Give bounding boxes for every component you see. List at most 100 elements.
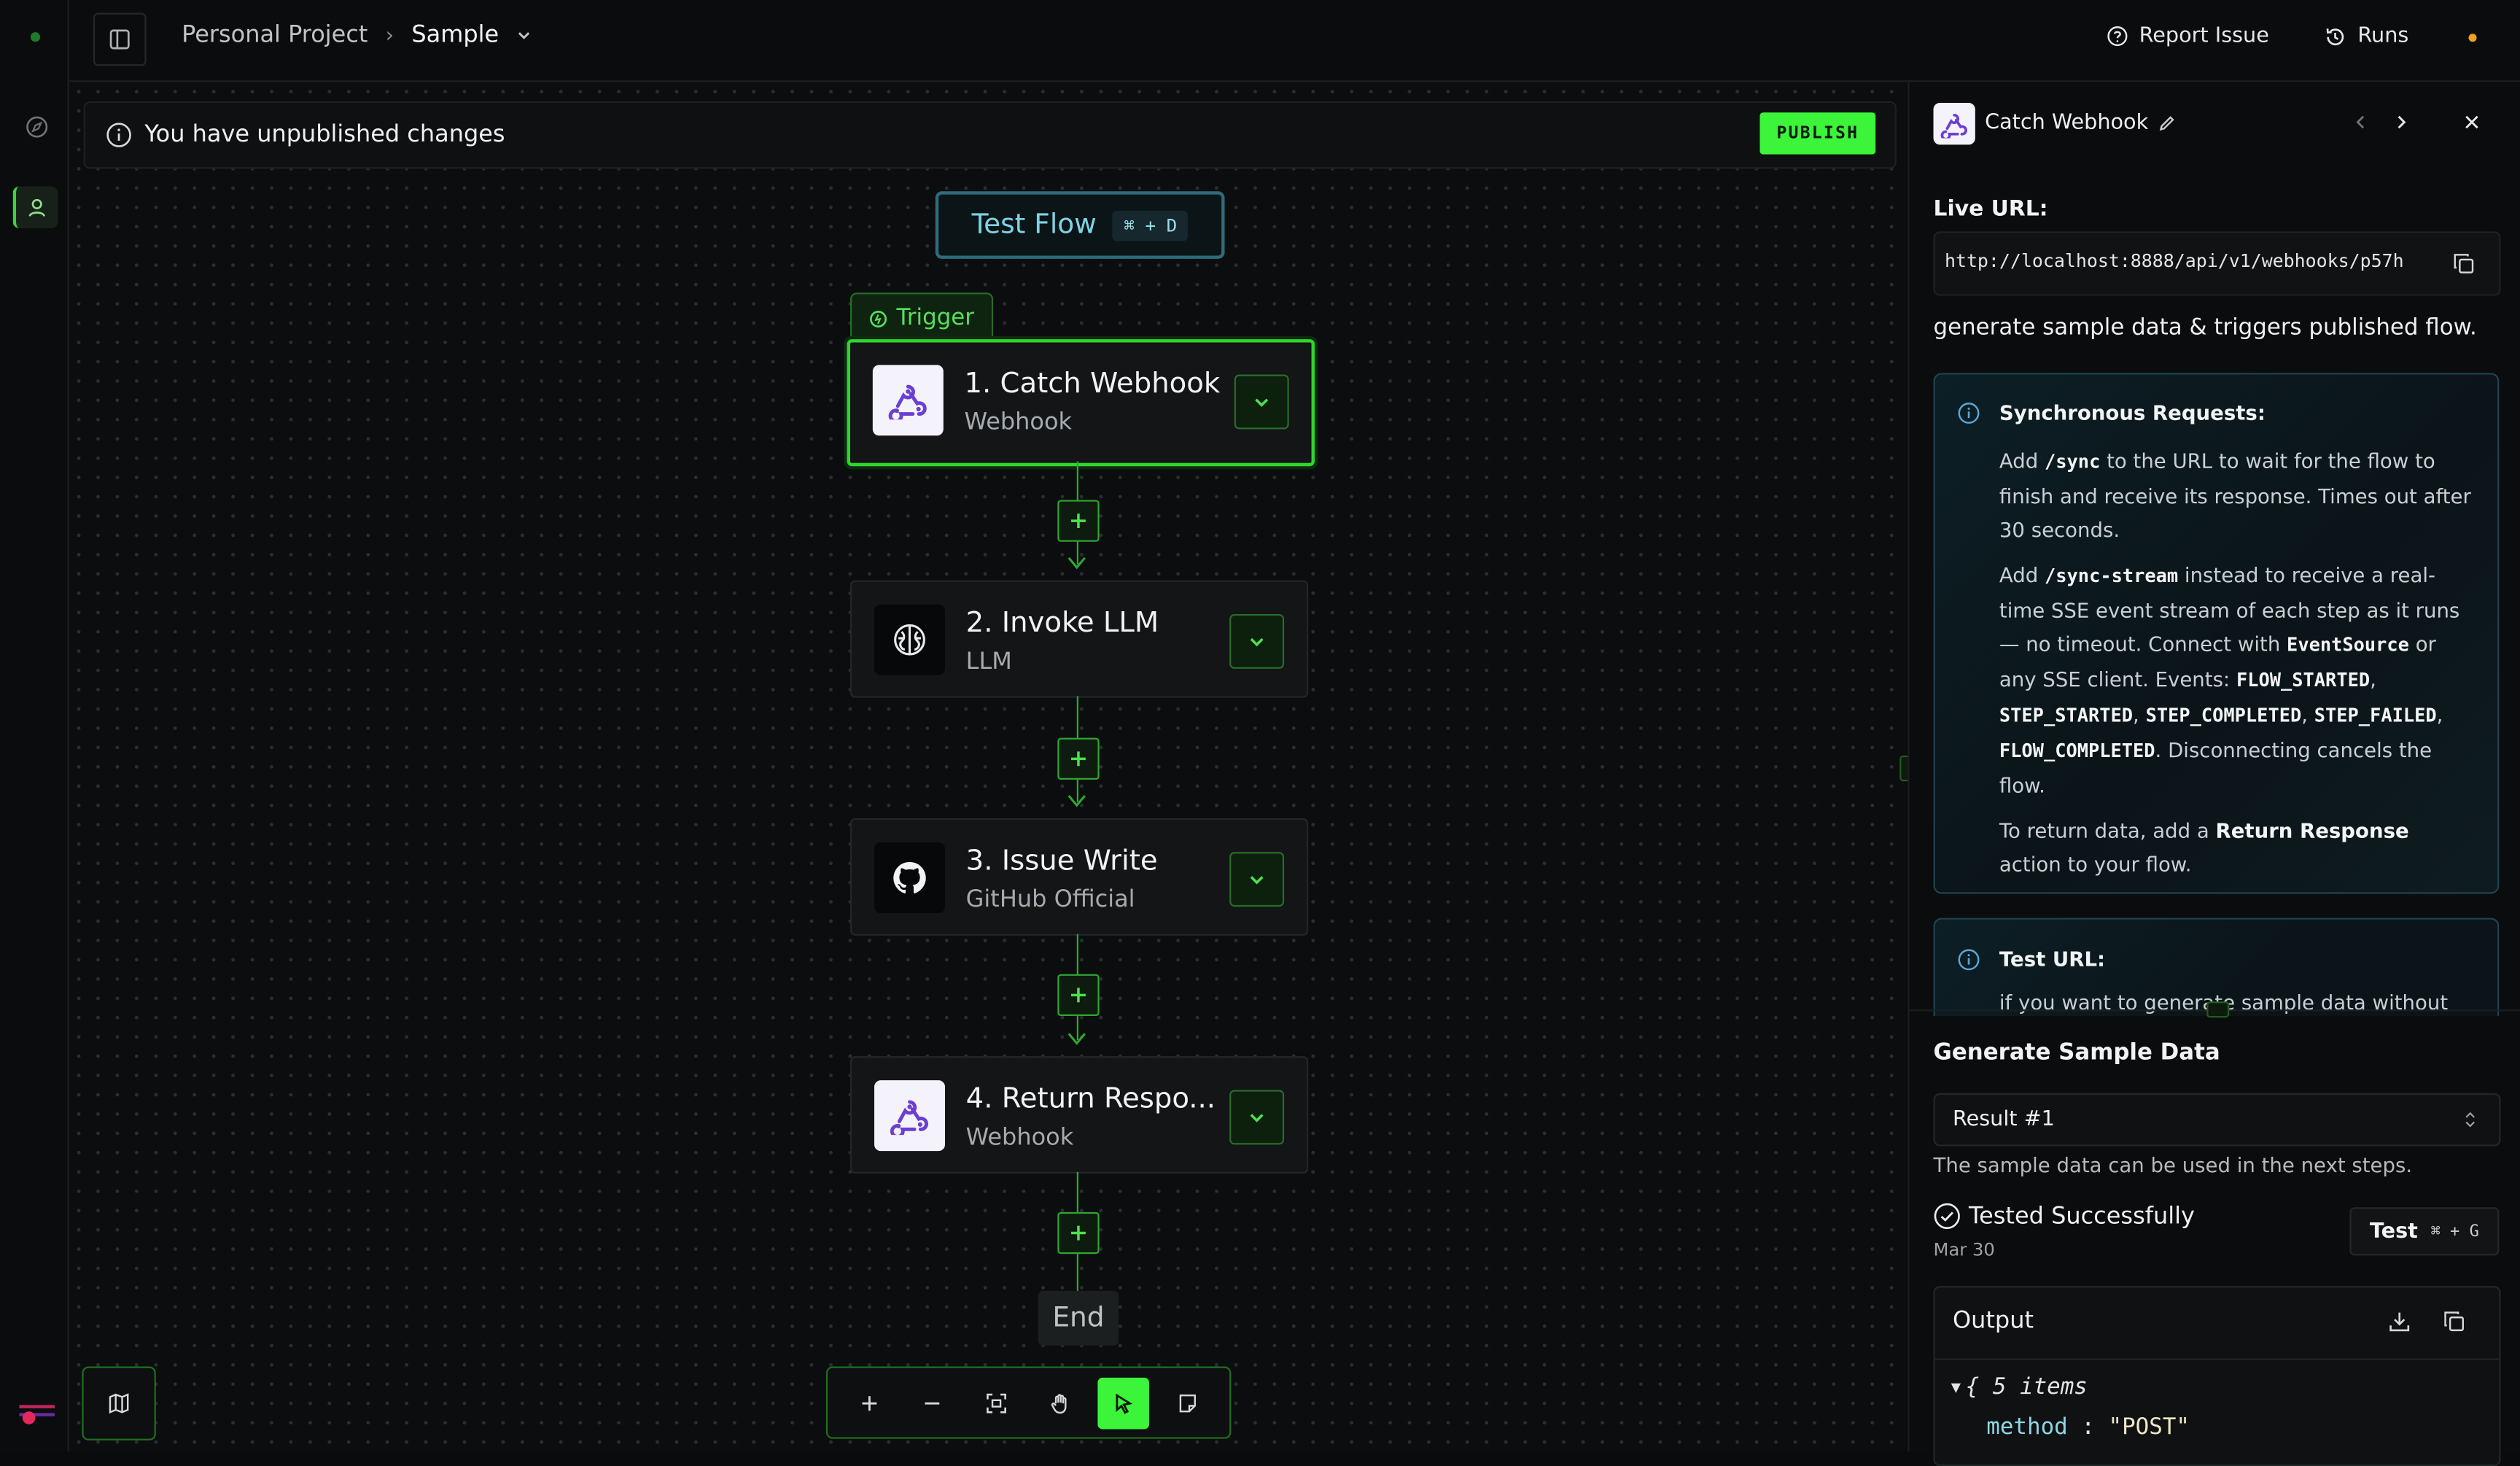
unpublished-banner: You have unpublished changes PUBLISH (83, 101, 1897, 169)
edit-icon[interactable] (2158, 114, 2175, 131)
history-icon (2326, 28, 2344, 45)
chevron-right-icon[interactable] (2393, 114, 2409, 130)
test-status: Tested Successfully (1934, 1203, 2195, 1230)
runs-button[interactable]: Runs (2324, 24, 2408, 48)
info-icon (1958, 403, 1980, 424)
status-dot (2468, 34, 2477, 42)
webhook-description: generate sample data & triggers publishe… (1933, 315, 2477, 341)
test-status-text: Tested Successfully (1969, 1203, 2195, 1230)
chevron-down-icon[interactable] (516, 27, 532, 43)
sync-info-card: Synchronous Requests: Add /sync to the U… (1933, 373, 2500, 894)
report-issue-label: Report Issue (2139, 24, 2269, 49)
step-node-catch-webhook[interactable]: 1. Catch Webhook Webhook (847, 339, 1315, 467)
fit-view-button[interactable] (971, 1377, 1023, 1429)
step-subtitle: LLM (965, 649, 1012, 675)
plus-icon (1071, 988, 1086, 1003)
check-circle-icon (1934, 1203, 1960, 1230)
add-step-button[interactable] (1057, 500, 1100, 542)
step-title: 2. Invoke LLM (965, 608, 1159, 640)
trigger-tag: Trigger (849, 292, 994, 343)
breadcrumb: Personal Project › Sample (182, 23, 532, 48)
arrow-down-icon (1068, 1033, 1086, 1045)
webhook-icon (874, 1080, 946, 1152)
test-url-heading: Test URL: (1999, 947, 2106, 971)
webhook-icon (872, 365, 944, 436)
vertical-resize-handle[interactable] (2206, 1001, 2230, 1018)
step-title: 4. Return Respo... (965, 1083, 1216, 1116)
step-subtitle: Webhook (965, 1125, 1074, 1152)
arrow-down-icon (1068, 556, 1086, 570)
end-node: End (1038, 1290, 1119, 1346)
minimap-toggle-button[interactable] (82, 1366, 156, 1440)
zoom-out-button[interactable] (907, 1377, 959, 1429)
help-icon (2107, 26, 2128, 47)
flow-canvas[interactable] (69, 82, 1907, 1452)
zoom-in-button[interactable] (844, 1377, 895, 1429)
profile-avatar[interactable] (19, 1399, 55, 1424)
test-flow-button[interactable]: Test Flow ⌘ + D (935, 191, 1225, 259)
plus-icon (1071, 1225, 1086, 1241)
canvas-toolbar (825, 1366, 1232, 1439)
sync-stream-paragraph: Add /sync-stream instead to receive a re… (1999, 562, 2460, 798)
json-object-toggle[interactable]: ▼{ 5 items (1951, 1375, 2088, 1400)
generate-sample-heading: Generate Sample Data (1933, 1040, 2220, 1066)
caret-down-icon: ▼ (1951, 1378, 1961, 1397)
chevron-down-icon (1250, 876, 1264, 885)
step-menu-button[interactable] (1229, 852, 1285, 907)
select-mode-button[interactable] (1098, 1376, 1150, 1429)
step-menu-button[interactable] (1229, 1090, 1285, 1145)
panel-title[interactable]: Catch Webhook (1985, 111, 2176, 135)
step-node-invoke-llm[interactable]: 2. Invoke LLM LLM (849, 580, 1309, 698)
hand-icon (1051, 1393, 1067, 1413)
step-title: 3. Issue Write (965, 845, 1158, 878)
add-step-button[interactable] (1057, 737, 1100, 780)
pan-mode-button[interactable] (1035, 1377, 1086, 1429)
step-node-return-response[interactable]: 4. Return Respo... Webhook (849, 1056, 1309, 1174)
fit-view-icon (987, 1392, 1007, 1413)
step-settings-panel: Catch Webhook Live URL: http://localhost… (1908, 82, 2520, 1466)
plus-icon (862, 1395, 876, 1410)
github-icon (874, 842, 946, 913)
plus-icon (1071, 513, 1086, 529)
sample-data-hint: The sample data can be used in the next … (1933, 1152, 2413, 1177)
test-step-button[interactable]: Test ⌘ + G (2349, 1207, 2500, 1256)
sidebar-icon (109, 29, 130, 50)
test-button-label: Test (2369, 1219, 2418, 1244)
copy-icon[interactable] (2452, 252, 2475, 275)
user-icon[interactable] (12, 186, 58, 228)
plus-icon (1071, 751, 1086, 767)
add-step-button[interactable] (1057, 974, 1100, 1016)
close-icon[interactable] (2464, 114, 2480, 130)
copy-icon[interactable] (2443, 1310, 2465, 1333)
cursor-icon (1116, 1392, 1134, 1413)
chevron-down-icon (1250, 637, 1264, 647)
step-subtitle: Webhook (964, 410, 1073, 436)
result-select[interactable]: Result #1 (1933, 1093, 2501, 1147)
return-data-paragraph: To return data, add a Return Response ac… (1999, 818, 2409, 877)
add-step-button[interactable] (1057, 1211, 1100, 1254)
download-icon[interactable] (2388, 1310, 2411, 1333)
breadcrumb-project[interactable]: Personal Project (182, 23, 368, 48)
chevron-down-icon (1250, 1114, 1264, 1122)
chevron-down-icon (1255, 398, 1269, 407)
live-url-field[interactable]: http://localhost:8888/api/v1/webhooks/p5… (1933, 231, 2501, 296)
minus-icon (925, 1401, 941, 1404)
report-issue-button[interactable]: Report Issue (2107, 24, 2269, 48)
chevron-left-icon[interactable] (2353, 114, 2369, 130)
explore-icon[interactable] (16, 106, 58, 147)
test-date: Mar 30 (1933, 1239, 1995, 1261)
breadcrumb-flow[interactable]: Sample (411, 23, 499, 48)
add-note-button[interactable] (1162, 1377, 1214, 1429)
runs-label: Runs (2357, 24, 2409, 49)
info-icon (1958, 949, 1980, 971)
step-node-issue-write[interactable]: 3. Issue Write GitHub Official (849, 818, 1309, 936)
sync-paragraph: Add /sync to the URL to wait for the flo… (1999, 448, 2471, 542)
step-title: 1. Catch Webhook (964, 368, 1221, 400)
sync-heading: Synchronous Requests: (1999, 400, 2266, 424)
map-icon (109, 1393, 129, 1414)
toggle-sidebar-button[interactable] (93, 12, 147, 66)
publish-button[interactable]: PUBLISH (1759, 112, 1876, 155)
top-bar: Personal Project › Sample Report Issue R… (69, 0, 2520, 82)
step-menu-button[interactable] (1234, 374, 1289, 430)
step-menu-button[interactable] (1229, 613, 1285, 669)
